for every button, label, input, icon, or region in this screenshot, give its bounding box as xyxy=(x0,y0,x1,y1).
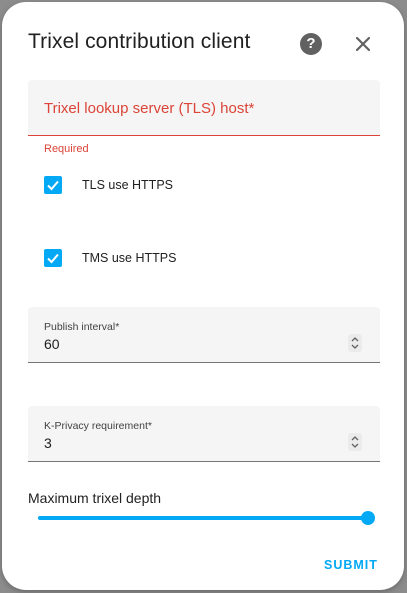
trixel-depth-label: Maximum trixel depth xyxy=(28,490,162,506)
k-privacy-value: 3 xyxy=(44,435,52,451)
tls-host-helper-text: Required xyxy=(44,143,89,155)
tms-https-checkbox[interactable] xyxy=(44,249,62,267)
k-privacy-label: K-Privacy requirement* xyxy=(44,420,152,432)
spinner-arrows-icon xyxy=(351,337,359,349)
tls-host-input[interactable]: Trixel lookup server (TLS) host* xyxy=(28,80,380,136)
tls-host-label: Trixel lookup server (TLS) host* xyxy=(44,100,255,117)
checkmark-icon xyxy=(47,253,59,264)
spinner-arrows-icon xyxy=(351,436,359,448)
tms-https-label: TMS use HTTPS xyxy=(82,251,177,265)
publish-interval-input[interactable]: Publish interval* 60 xyxy=(28,307,380,363)
publish-interval-spinner[interactable] xyxy=(348,334,362,352)
publish-interval-label: Publish interval* xyxy=(44,321,120,333)
k-privacy-spinner[interactable] xyxy=(348,433,362,451)
publish-interval-value: 60 xyxy=(44,336,60,352)
submit-button[interactable]: SUBMIT xyxy=(324,558,378,572)
dialog: Trixel contribution client ? Trixel look… xyxy=(2,2,404,590)
dialog-title: Trixel contribution client xyxy=(28,30,251,53)
k-privacy-input[interactable]: K-Privacy requirement* 3 xyxy=(28,406,380,462)
tls-https-checkbox[interactable] xyxy=(44,176,62,194)
checkmark-icon xyxy=(47,180,59,191)
help-icon[interactable]: ? xyxy=(300,33,322,55)
tls-https-label: TLS use HTTPS xyxy=(82,178,173,192)
close-icon[interactable] xyxy=(352,33,374,55)
trixel-depth-slider-track[interactable] xyxy=(38,516,368,520)
trixel-depth-slider-thumb[interactable] xyxy=(361,511,375,525)
